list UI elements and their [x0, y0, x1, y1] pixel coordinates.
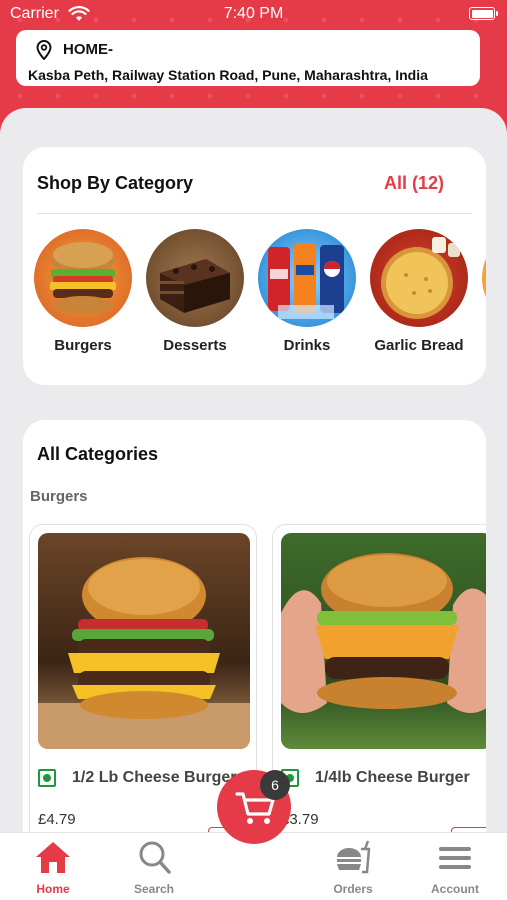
tab-search[interactable]: Search	[103, 833, 205, 900]
category-carousel[interactable]: Burgers Desserts Drinks Garlic Bread	[23, 229, 486, 369]
drinks-image	[258, 229, 356, 327]
tab-orders[interactable]: Orders	[302, 833, 404, 900]
category-item-desserts[interactable]: Desserts	[139, 229, 251, 354]
battery-icon	[469, 7, 498, 20]
burger-drink-icon	[333, 839, 373, 875]
search-icon	[134, 839, 174, 875]
category-item-next[interactable]	[475, 229, 486, 327]
delivery-address[interactable]: HOME- Kasba Peth, Railway Station Road, …	[16, 30, 480, 86]
product-price: £4.79	[38, 811, 76, 828]
tab-label: Account	[431, 882, 479, 896]
cart-count-badge: 6	[260, 770, 290, 800]
category-label: Garlic Bread	[374, 337, 464, 354]
address-label: HOME-	[63, 41, 113, 58]
tab-label: Orders	[333, 882, 373, 896]
address-line: Kasba Peth, Railway Station Road, Pune, …	[28, 67, 428, 83]
product-image	[281, 533, 486, 749]
tab-account[interactable]: Account	[404, 833, 506, 900]
category-item-garlic-bread[interactable]: Garlic Bread	[363, 229, 475, 354]
category-image	[482, 229, 486, 327]
home-icon	[33, 839, 73, 875]
veg-indicator-icon	[38, 769, 56, 787]
garlic-bread-image	[370, 229, 468, 327]
category-label: Desserts	[163, 337, 227, 354]
tab-label: Search	[133, 882, 175, 896]
category-item-drinks[interactable]: Drinks	[251, 229, 363, 354]
product-name: 1/4lb Cheese Burger	[315, 769, 470, 786]
divider	[37, 213, 472, 214]
tab-home[interactable]: Home	[2, 833, 104, 900]
category-label: Burgers	[54, 337, 112, 354]
desserts-image	[146, 229, 244, 327]
category-label: Drinks	[283, 337, 331, 354]
shop-by-category-title: Shop By Category	[37, 173, 194, 193]
all-categories-title: All Categories	[37, 444, 159, 464]
tab-label: Home	[36, 882, 70, 896]
status-bar: Carrier 7:40 PM	[0, 0, 507, 30]
product-image	[38, 533, 250, 749]
status-time: 7:40 PM	[223, 5, 284, 22]
burgers-image	[34, 229, 132, 327]
section-title: Burgers	[30, 488, 88, 505]
menu-icon	[435, 839, 475, 875]
location-pin-icon	[36, 39, 52, 65]
all-categories-link[interactable]: All (12)	[384, 173, 444, 194]
category-item-burgers[interactable]: Burgers	[27, 229, 139, 354]
shop-by-category-card: Shop By Category All (12) Burgers Desser…	[23, 147, 486, 385]
